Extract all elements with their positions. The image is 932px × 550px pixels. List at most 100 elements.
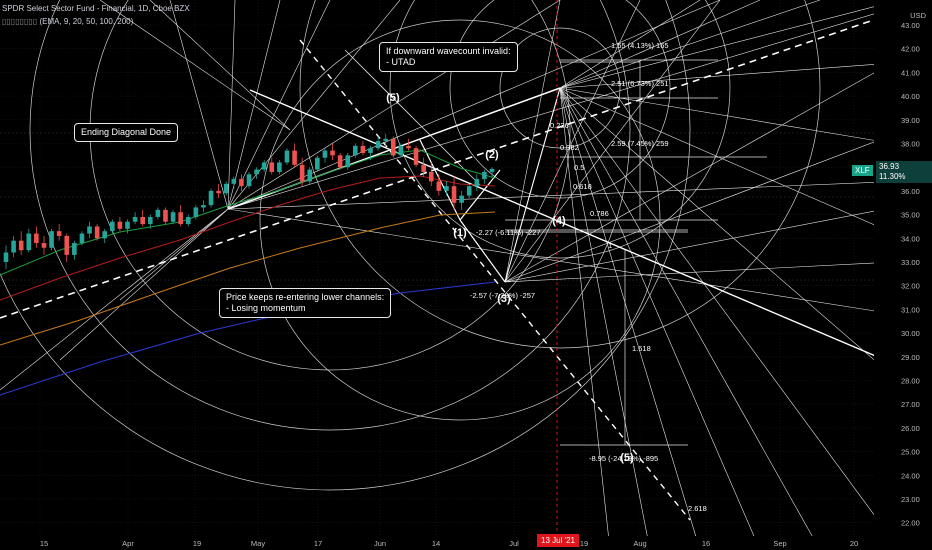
time-axis[interactable]: 15 Apr 19 May 17 Jun 14 Jul 19 Aug 16 Sep 20: [0, 536, 874, 550]
fib-level-label: 1.65 (4.13%) 165: [611, 41, 669, 50]
price-tick-label: 24.00: [901, 471, 920, 480]
candle-body: [87, 226, 92, 234]
chart-title: SPDR Select Sector Fund - Financial, 1D,…: [2, 4, 190, 13]
fan-line: [169, 0, 229, 210]
candle-body: [3, 252, 9, 262]
candle-body: [56, 231, 62, 236]
fib-level-label: 0.786: [590, 209, 609, 218]
candle-body: [216, 190, 221, 194]
candle-body: [18, 240, 24, 251]
candle-body: [368, 148, 373, 153]
price-tick-label: 33.00: [901, 258, 920, 267]
wave-label: (4): [552, 215, 566, 227]
price-tick-label: 27.00: [901, 400, 920, 409]
price-tick-label: 28.00: [901, 377, 920, 386]
candle-body: [337, 155, 343, 168]
indicator-prefix: ▯▯▯▯▯▯▯▯: [2, 17, 38, 26]
price-chart[interactable]: (5)(2)(1)(4)(3)(5)1.65 (4.13%) 1652.51 (…: [0, 0, 932, 550]
candle-body: [261, 162, 267, 170]
price-tick-label: 42.00: [901, 45, 920, 54]
time-tick-label: 17: [314, 539, 322, 548]
price-tick-label: 29.00: [901, 353, 920, 362]
candle-body: [277, 162, 282, 172]
fan-arc: [0, 0, 691, 491]
candle-body: [34, 233, 39, 244]
fan-arc: [449, 0, 671, 199]
candle-body: [383, 138, 388, 142]
price-tick-label: 30.00: [901, 329, 920, 338]
candle-body: [79, 233, 85, 244]
time-tick-label: Sep: [773, 539, 786, 548]
price-tick-label: 22.00: [901, 519, 920, 528]
time-tick-label: Jun: [374, 539, 386, 548]
candle-body: [360, 145, 366, 153]
fib-level-label: 2.618: [688, 504, 707, 513]
time-tick-label: 19: [580, 539, 588, 548]
price-tick-label: 41.00: [901, 68, 920, 77]
candle-body: [421, 164, 426, 172]
price-axis-background: [874, 0, 932, 550]
fan-line: [227, 0, 921, 210]
candle-body: [147, 216, 153, 225]
candle-body: [170, 212, 176, 222]
time-tick-label: 19: [193, 539, 201, 548]
candle-body: [375, 141, 381, 149]
fan-line: [559, 0, 821, 89]
candle-body: [193, 207, 199, 217]
indicator-legend[interactable]: ▯▯▯▯▯▯▯▯ (EMA, 9, 20, 50, 100, 200): [2, 17, 133, 26]
candle-body: [11, 240, 16, 253]
candle-body: [390, 138, 396, 156]
candle-body: [436, 181, 442, 191]
candle-body: [117, 221, 123, 229]
price-tick-label: 26.00: [901, 424, 920, 433]
fan-line: [504, 259, 932, 283]
ema-line: [0, 211, 496, 346]
fibonacci-fan-drawing: [0, 0, 932, 550]
wave-label: (2): [485, 149, 499, 161]
price-tick-label: 32.00: [901, 282, 920, 291]
last-price-badge: XLF 36.93 11.30%: [852, 161, 932, 183]
dotted-grid-lines: [0, 0, 874, 536]
candle-body: [322, 150, 328, 158]
wave-label: (1): [453, 227, 467, 239]
candle-body: [292, 150, 297, 165]
price-tick-label: 38.00: [901, 140, 920, 149]
candle-body: [307, 169, 313, 182]
candle-body: [482, 171, 487, 180]
candle-body: [239, 179, 244, 187]
fib-level-label: -8.95 (-24.19%) -895: [589, 454, 658, 463]
callout-reentering-channels: Price keeps re-entering lower channels: …: [219, 288, 392, 318]
price-tick-label: 23.00: [901, 495, 920, 504]
price-tick-label: 39.00: [901, 116, 920, 125]
price-tick-label: 35.00: [901, 211, 920, 220]
candle-body: [428, 171, 434, 182]
last-change: 11.30%: [879, 172, 906, 181]
candle-body: [269, 162, 275, 172]
candle-body: [132, 216, 138, 222]
candle-body: [140, 216, 145, 225]
candle-body: [208, 190, 214, 206]
candle-body: [185, 216, 191, 225]
fan-line: [149, 0, 291, 131]
fib-level-label: 1: [608, 241, 612, 250]
wave-label: (5): [386, 92, 400, 104]
time-tick-label: Apr: [122, 539, 134, 548]
candle-body: [299, 164, 305, 182]
currency-label: USD: [910, 11, 926, 20]
fib-level-label: 0.5: [574, 163, 584, 172]
candle-body: [49, 231, 54, 248]
candle-body: [489, 168, 495, 172]
fan-arc: [29, 0, 631, 431]
time-tick-label: Jul: [509, 539, 519, 548]
ema-lines: [0, 149, 496, 396]
candle-body: [406, 145, 411, 149]
candle-body: [413, 148, 419, 165]
price-tick-label: 36.00: [901, 187, 920, 196]
candle-body: [125, 221, 130, 229]
candle-body: [201, 205, 206, 208]
candle-body: [72, 243, 77, 255]
price-axis[interactable]: USD43.0042.0041.0040.0039.0038.0037.0036…: [874, 0, 932, 550]
candle-body: [64, 235, 70, 255]
time-tick-label: 20: [850, 539, 858, 548]
price-tick-label: 34.00: [901, 234, 920, 243]
